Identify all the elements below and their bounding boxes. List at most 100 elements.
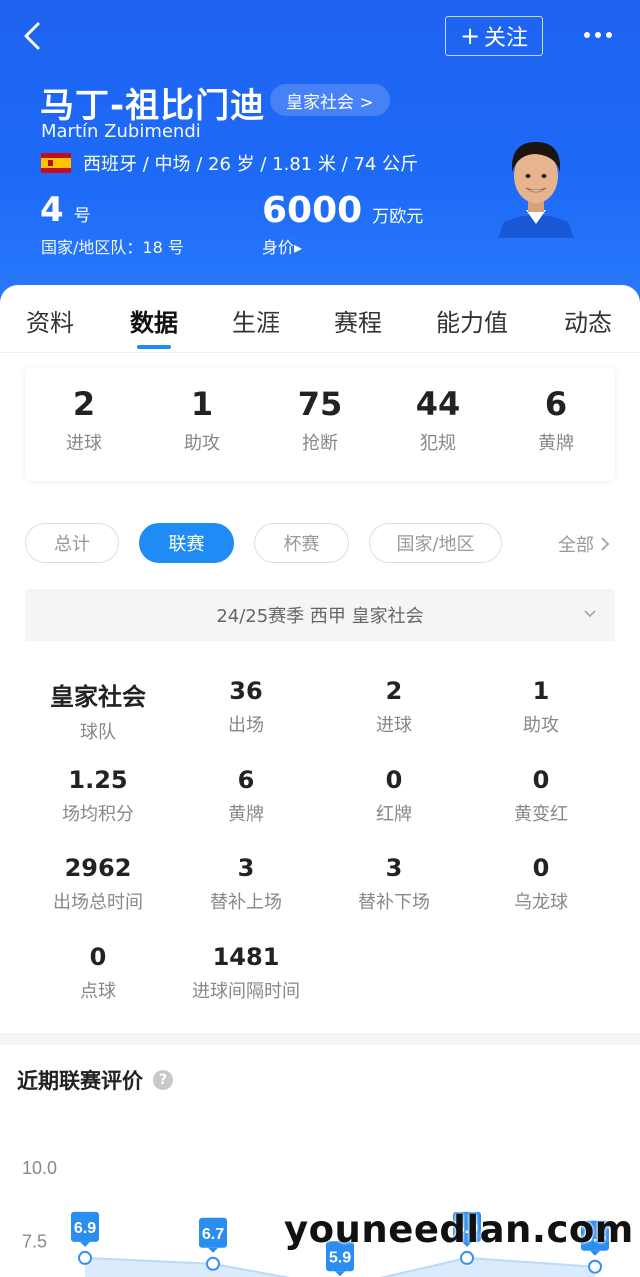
rating-label-pointer [590, 1250, 600, 1256]
stat-value: 3 [237, 854, 255, 882]
summary-label: 抢断 [302, 433, 338, 454]
stat-value: 0 [89, 943, 107, 971]
back-button[interactable] [16, 18, 52, 54]
tab-data[interactable]: 数据 [130, 303, 178, 338]
follow-button[interactable]: + 关注 [445, 16, 543, 56]
player-header: + 关注 马丁-祖比门迪 皇家社会 > Martín Zubimendi 西班牙… [0, 0, 640, 320]
stat-label: 场均积分 [62, 804, 134, 825]
rating-label-text: 6.9 [74, 1220, 96, 1237]
stat-item: 6 黄牌 [176, 766, 316, 826]
shirt-number-unit: 号 [73, 206, 91, 226]
filter-total[interactable]: 总计 [25, 523, 119, 563]
summary-value: 44 [415, 385, 461, 423]
active-tab-indicator [137, 345, 171, 349]
stat-label: 点球 [80, 981, 116, 1002]
club-chip[interactable]: 皇家社会 > [270, 84, 390, 116]
stat-item: 0 红牌 [324, 766, 464, 826]
spain-flag-icon [41, 153, 71, 173]
stat-item: 1.25 场均积分 [28, 766, 168, 826]
chevron-right-icon [601, 537, 610, 551]
rating-label: 6.9 [71, 1211, 99, 1247]
chevron-left-icon [24, 22, 40, 50]
summary-label: 犯规 [420, 433, 456, 454]
stat-label: 乌龙球 [514, 892, 568, 913]
tab-career[interactable]: 生涯 [232, 303, 280, 338]
summary-value: 1 [190, 385, 214, 423]
tab-news[interactable]: 动态 [564, 303, 612, 338]
stat-label: 进球间隔时间 [192, 981, 300, 1002]
player-page: + 关注 马丁-祖比门迪 皇家社会 > Martín Zubimendi 西班牙… [0, 0, 640, 1277]
rating-point [206, 1256, 220, 1271]
rating-label-pointer [80, 1241, 90, 1247]
tab-schedule[interactable]: 赛程 [334, 303, 382, 338]
stat-label: 红牌 [376, 804, 412, 825]
season-select[interactable]: 24/25赛季 西甲 皇家社会 [25, 589, 615, 641]
stat-label: 球队 [80, 722, 116, 743]
y-tick-label: 7.5 [22, 1231, 47, 1251]
stat-label: 替补上场 [210, 892, 282, 913]
filter-cup[interactable]: 杯赛 [254, 523, 349, 563]
filter-league[interactable]: 联赛 [139, 523, 234, 563]
stat-value: 0 [385, 766, 403, 794]
rating-label-pointer [208, 1247, 218, 1253]
rating-title: 近期联赛评价 ? [17, 1065, 173, 1095]
summary-value: 75 [297, 385, 343, 423]
player-name-en: Martín Zubimendi [41, 121, 201, 142]
more-menu-button[interactable] [578, 20, 618, 50]
tab-profile[interactable]: 资料 [26, 303, 74, 338]
help-icon[interactable]: ? [153, 1070, 173, 1090]
more-dots-icon [584, 32, 590, 38]
stat-item: 0 乌龙球 [471, 854, 611, 914]
stat-item: 0 黄变红 [471, 766, 611, 826]
rating-label-text: 6.7 [202, 1226, 224, 1243]
filter-all-button[interactable]: 全部 [558, 531, 610, 557]
stat-item: 2962 出场总时间 [28, 854, 168, 914]
watermark-text: youneedlan.com [284, 1208, 634, 1251]
stat-value: 1.25 [68, 766, 128, 794]
summary-item: 1 助攻 [152, 385, 252, 455]
player-bio: 西班牙 / 中场 / 26 岁 / 1.81 米 / 74 公斤 [41, 150, 418, 176]
more-dot [595, 32, 601, 38]
season-select-value: 24/25赛季 西甲 皇家社会 [216, 606, 424, 627]
stat-item: 1 助攻 [471, 677, 611, 737]
player-name-cn: 马丁-祖比门迪 [40, 86, 266, 126]
shirt-number-value: 4 [40, 190, 64, 230]
stat-value: 1481 [212, 943, 280, 971]
stat-value: 0 [532, 854, 550, 882]
summary-value: 6 [544, 385, 568, 423]
stat-value: 1 [532, 677, 550, 705]
summary-item: 2 进球 [34, 385, 134, 455]
plus-icon: + [459, 22, 481, 50]
filter-all-label: 全部 [558, 535, 594, 556]
market-value: 6000 万欧元 [262, 190, 423, 231]
more-dot [606, 32, 612, 38]
summary-item: 6 黄牌 [506, 385, 606, 455]
stat-label: 出场总时间 [53, 892, 143, 913]
stat-label: 助攻 [523, 715, 559, 736]
stat-item: 0 点球 [28, 943, 168, 1003]
rating-label-text: 5.9 [329, 1249, 351, 1266]
summary-label: 黄牌 [538, 433, 574, 454]
rating-point [78, 1250, 92, 1265]
stat-value: 3 [385, 854, 403, 882]
market-value-amount: 6000 [262, 190, 363, 231]
tab-ability[interactable]: 能力值 [436, 303, 508, 338]
stat-item: 3 替补下场 [324, 854, 464, 914]
player-avatar [490, 132, 582, 238]
summary-card: 2 进球 1 助攻 75 抢断 44 犯规 6 黄牌 [25, 367, 615, 481]
summary-label: 助攻 [184, 433, 220, 454]
market-value-link[interactable]: 身价▸ [262, 234, 302, 258]
y-tick-label: 10.0 [22, 1158, 57, 1178]
national-team-number: 国家/地区队：18 号 [41, 238, 184, 257]
stat-item: 3 替补上场 [176, 854, 316, 914]
stat-label: 黄变红 [514, 804, 568, 825]
stat-item: 皇家社会 球队 [28, 677, 168, 744]
stat-value: 皇家社会 [50, 683, 146, 711]
filter-national[interactable]: 国家/地区 [369, 523, 502, 563]
rating-label: 6.7 [199, 1217, 227, 1253]
tab-bar: 资料 数据 生涯 赛程 能力值 动态 [0, 285, 640, 353]
follow-label: 关注 [484, 26, 529, 51]
rating-title-text: 近期联赛评价 [17, 1069, 143, 1093]
stat-value: 2962 [64, 854, 132, 882]
stat-value: 36 [229, 677, 263, 705]
